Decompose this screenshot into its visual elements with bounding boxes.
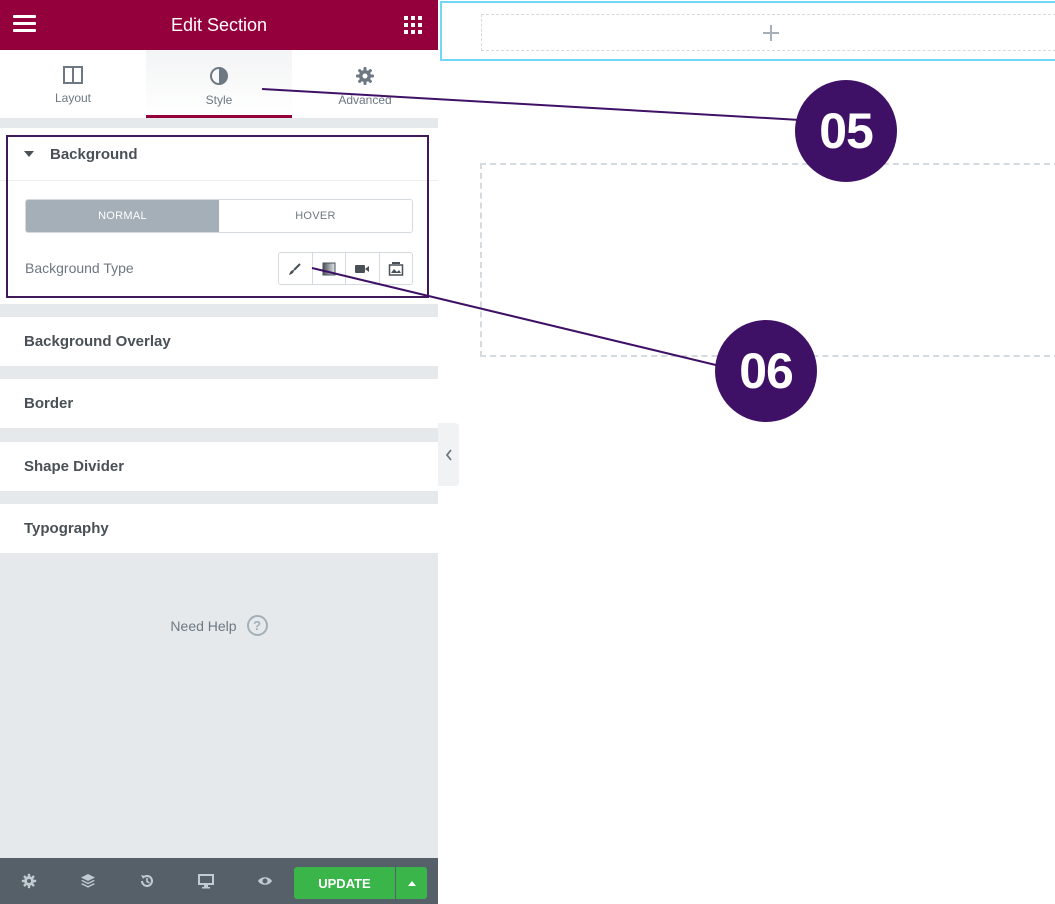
add-section-area (440, 1, 1055, 61)
preview-icon[interactable] (255, 871, 275, 891)
tab-layout[interactable]: Layout (0, 50, 146, 118)
callout-06: 06 (715, 320, 817, 422)
background-overlay-title: Background Overlay (24, 333, 171, 350)
editor-panel: Edit Section Layout Style Advanced Backg… (0, 0, 438, 904)
columns-icon (63, 66, 83, 84)
tab-style-label: Style (205, 93, 233, 107)
shape-divider-section[interactable]: Shape Divider (0, 442, 438, 491)
background-type-label: Background Type (25, 260, 134, 276)
half-circle-icon (210, 67, 228, 85)
update-button[interactable]: UPDATE (294, 867, 395, 899)
gradient-background-button[interactable] (313, 253, 346, 284)
responsive-icon[interactable] (196, 871, 216, 891)
slideshow-background-button[interactable] (380, 253, 413, 284)
state-switch: NORMAL HOVER (25, 199, 413, 233)
video-background-button[interactable] (346, 253, 380, 284)
grid-icon[interactable] (404, 16, 422, 34)
border-title: Border (24, 395, 74, 412)
border-section[interactable]: Border (0, 379, 438, 428)
update-options-button[interactable] (396, 867, 427, 899)
panel-collapse-handle[interactable] (438, 423, 459, 486)
hamburger-icon[interactable] (13, 15, 37, 35)
hover-state-button[interactable]: HOVER (219, 200, 412, 232)
callout-05: 05 (795, 80, 897, 182)
plus-icon (763, 24, 779, 41)
video-icon (355, 264, 370, 273)
gear-icon (356, 67, 374, 85)
need-help-link[interactable]: Need Help ? (0, 615, 438, 636)
background-overlay-section[interactable]: Background Overlay (0, 317, 438, 366)
settings-icon[interactable] (19, 871, 39, 891)
typography-section[interactable]: Typography (0, 504, 438, 553)
tab-layout-label: Layout (54, 91, 92, 105)
tab-style[interactable]: Style (146, 50, 292, 118)
history-icon[interactable] (137, 871, 157, 891)
caret-down-icon (24, 151, 34, 157)
typography-title: Typography (24, 520, 109, 537)
background-section: Background NORMAL HOVER Background Type (0, 128, 438, 304)
normal-state-button[interactable]: NORMAL (26, 200, 219, 232)
slideshow-icon (388, 261, 403, 276)
background-section-header[interactable]: Background (0, 128, 438, 181)
tab-advanced[interactable]: Advanced (292, 50, 438, 118)
gradient-icon (322, 262, 336, 275)
chevron-left-icon (445, 448, 452, 461)
shape-divider-title: Shape Divider (24, 458, 125, 475)
layers-icon[interactable] (78, 871, 98, 891)
panel-header: Edit Section (0, 0, 438, 50)
classic-background-button[interactable] (279, 253, 313, 284)
brush-icon (289, 262, 301, 275)
background-section-title: Background (50, 145, 138, 163)
tab-advanced-label: Advanced (338, 93, 392, 107)
panel-tabs: Layout Style Advanced (0, 50, 438, 118)
panel-title: Edit Section (170, 14, 268, 35)
caret-up-icon (407, 880, 416, 886)
need-help-label: Need Help (170, 617, 237, 634)
add-section-button[interactable] (481, 14, 1055, 51)
question-icon: ? (246, 615, 268, 636)
background-type-group (278, 252, 413, 285)
